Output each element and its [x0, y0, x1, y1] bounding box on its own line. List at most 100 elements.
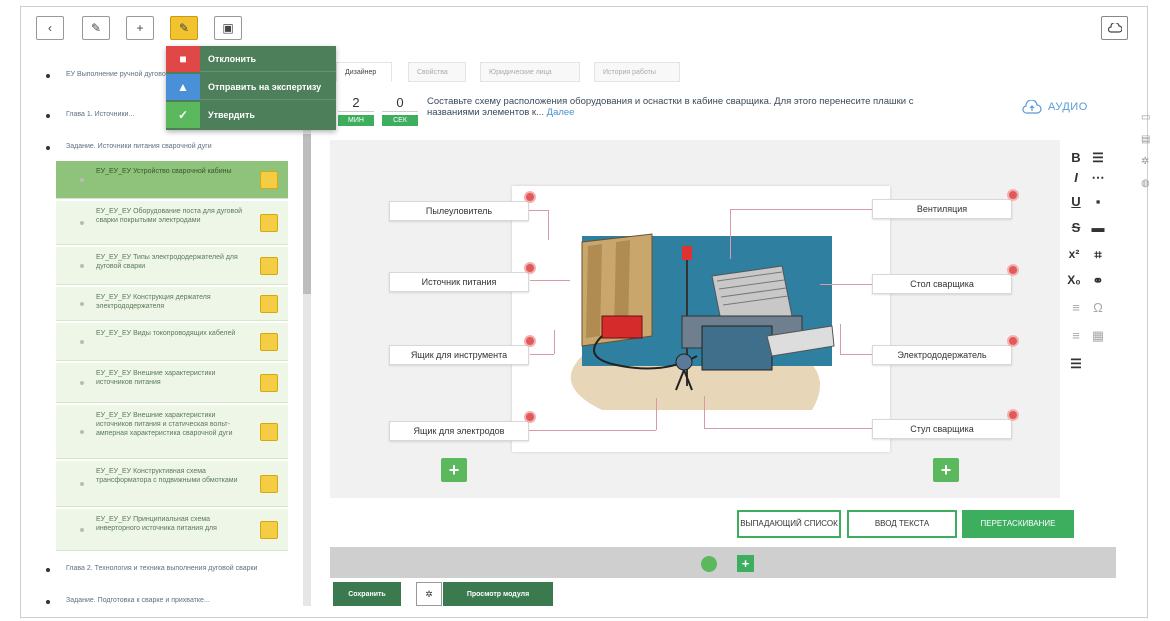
approve-label: Утвердить [208, 110, 255, 120]
delete-label-button[interactable] [1007, 264, 1019, 276]
delete-label-button[interactable] [524, 262, 536, 274]
tab-designer[interactable]: Дизайнер [336, 62, 392, 82]
lesson-item[interactable]: ЕУ_ЕУ_ЕУ Конструктивная схема трансформа… [56, 461, 288, 507]
lesson-item[interactable]: ЕУ_ЕУ_ЕУ Внешние характеристики источник… [56, 405, 288, 459]
delete-label-button[interactable] [1007, 189, 1019, 201]
bold-icon[interactable]: B [1068, 150, 1084, 165]
send-to-expertise-item[interactable]: ▲ Отправить на экспертизу [166, 73, 336, 100]
omega-icon[interactable]: Ω [1090, 300, 1106, 315]
cloud-upload-icon [1022, 100, 1042, 114]
globe-icon[interactable]: ◍ [1141, 178, 1151, 189]
lesson-item[interactable]: ЕУ_ЕУ_ЕУ Оборудование поста для дуговой … [56, 201, 288, 245]
tree-scrollbar[interactable] [303, 126, 311, 606]
lesson-label: ЕУ_ЕУ_ЕУ Оборудование поста для дуговой … [96, 208, 243, 224]
label-welder-table[interactable]: Стол сварщика [872, 274, 1012, 294]
lesson-status-icon[interactable] [260, 374, 278, 392]
delete-label-button[interactable] [1007, 409, 1019, 421]
delete-label-button[interactable] [524, 411, 536, 423]
lesson-status-icon[interactable] [260, 475, 278, 493]
cloud-button[interactable] [1101, 16, 1128, 40]
folder-icon[interactable]: ▤ [1141, 134, 1151, 145]
lesson-status-icon[interactable] [260, 171, 278, 189]
tab-legal-label: Юридические лица [489, 68, 552, 76]
add-right-label-button[interactable]: + [933, 458, 959, 482]
delete-label-button[interactable] [524, 191, 536, 203]
label-power-source[interactable]: Источник питания [389, 272, 529, 292]
audio-button[interactable]: АУДИО [1022, 100, 1088, 114]
lesson-label: ЕУ_ЕУ_ЕУ Виды токопроводящих кабелей [96, 330, 236, 337]
label-electrode-box[interactable]: Ящик для электродов [389, 421, 529, 441]
superscript-icon[interactable]: x² [1066, 247, 1082, 261]
tab-properties[interactable]: Свойства [408, 62, 466, 82]
monitor-icon[interactable]: ▭ [1141, 112, 1151, 123]
slide-indicator[interactable] [701, 556, 717, 572]
italic-icon[interactable]: I [1068, 170, 1084, 185]
video-button[interactable]: ▣ [214, 16, 242, 40]
label-tool-box[interactable]: Ящик для инструмента [389, 345, 529, 365]
lesson-status-icon[interactable] [260, 521, 278, 539]
lesson-status-icon[interactable] [260, 333, 278, 351]
tree-chapter-2[interactable]: Глава 2. Технология и техника выполнения… [36, 564, 316, 588]
add-slide-button[interactable]: + [737, 555, 754, 572]
lesson-label: ЕУ_ЕУ_ЕУ Типы электрододержателей для ду… [96, 254, 238, 270]
preview-module-label: Просмотр модуля [466, 590, 530, 598]
add-left-label-button[interactable]: + [441, 458, 467, 482]
tree-chapter-3[interactable]: Задание. Подготовка к сварке и прихватке… [36, 596, 316, 612]
crop-icon[interactable]: ⌗ [1090, 247, 1106, 263]
timer-seconds[interactable]: 0 СЕК [382, 92, 418, 126]
audio-label: АУДИО [1048, 101, 1088, 113]
plus-icon: + [448, 459, 460, 480]
task-more-link[interactable]: Далее [547, 107, 575, 118]
add-button[interactable]: + [126, 16, 154, 40]
delete-label-button[interactable] [1007, 335, 1019, 347]
clear-format-icon[interactable]: ≡ [1068, 300, 1084, 315]
lesson-bullet [80, 264, 84, 268]
timer-minutes[interactable]: 2 МИН [338, 92, 374, 126]
link-icon[interactable]: ⚭ [1090, 273, 1106, 289]
comment-icon[interactable]: ▪ [1090, 194, 1106, 209]
more-icon[interactable]: ⋯ [1090, 170, 1106, 186]
mode-dropdown-button[interactable]: ВЫПАДАЮЩИЙ СПИСОК [737, 510, 841, 538]
align-icon[interactable]: ≡ [1068, 328, 1084, 343]
settings-icon[interactable]: ✲ [1141, 156, 1151, 167]
settings-button[interactable]: ✲ [416, 582, 442, 606]
list-icon[interactable]: ☰ [1090, 150, 1106, 166]
scroll-thumb[interactable] [303, 134, 311, 294]
image-icon[interactable]: ▬ [1090, 220, 1106, 235]
lesson-status-icon[interactable] [260, 214, 278, 232]
edit-button[interactable]: ✎ [82, 16, 110, 40]
mode-text-input-button[interactable]: ВВОД ТЕКСТА [847, 510, 957, 538]
lesson-item[interactable]: ЕУ_ЕУ_ЕУ Внешние характеристики источник… [56, 363, 288, 403]
tab-history[interactable]: История работы [594, 62, 680, 82]
seconds-unit: СЕК [382, 115, 418, 126]
strikethrough-icon[interactable]: S [1068, 220, 1084, 235]
reject-item[interactable]: ■ Отклонить [166, 45, 336, 72]
tab-legal[interactable]: Юридические лица [480, 62, 580, 82]
tree-section[interactable]: Задание. Источники питания сварочной дуг… [36, 142, 316, 162]
lesson-item[interactable]: ЕУ_ЕУ_ЕУ Конструкция держателя электродо… [56, 287, 288, 321]
save-button[interactable]: Сохранить [333, 582, 401, 606]
lesson-item[interactable]: ЕУ_ЕУ_ЕУ Типы электрододержателей для ду… [56, 247, 288, 285]
label-welder-chair[interactable]: Стул сварщика [872, 419, 1012, 439]
delete-label-button[interactable] [524, 335, 536, 347]
preview-module-button[interactable]: Просмотр модуля [443, 582, 553, 606]
label-ventilation[interactable]: Вентиляция [872, 199, 1012, 219]
back-button[interactable]: ‹ [36, 16, 64, 40]
lesson-status-icon[interactable] [260, 295, 278, 313]
lesson-status-icon[interactable] [260, 257, 278, 275]
label-dust-collector[interactable]: Пылеуловитель [389, 201, 529, 221]
paragraph-icon[interactable]: ☰ [1068, 356, 1084, 372]
status-button[interactable]: ✎ [170, 16, 198, 40]
mode-drag-button[interactable]: ПЕРЕТАСКИВАНИЕ [962, 510, 1074, 538]
lesson-item[interactable]: ЕУ_ЕУ_ЕУ Виды токопроводящих кабелей [56, 323, 288, 361]
lesson-item[interactable]: ЕУ_ЕУ_ЕУ Устройство сварочной кабины [56, 161, 288, 199]
table-icon[interactable]: ▦ [1090, 328, 1106, 344]
lesson-status-icon[interactable] [260, 423, 278, 441]
label-electrode-holder[interactable]: Электрододержатель [872, 345, 1012, 365]
lesson-item[interactable]: ЕУ_ЕУ_ЕУ Принципиальная схема инверторно… [56, 509, 288, 551]
lesson-label: ЕУ_ЕУ_ЕУ Конструкция держателя электродо… [96, 294, 211, 310]
underline-icon[interactable]: U [1068, 194, 1084, 209]
seconds-value: 0 [382, 92, 418, 112]
subscript-icon[interactable]: X₀ [1066, 273, 1082, 287]
approve-item[interactable]: ✓ Утвердить [166, 102, 336, 128]
